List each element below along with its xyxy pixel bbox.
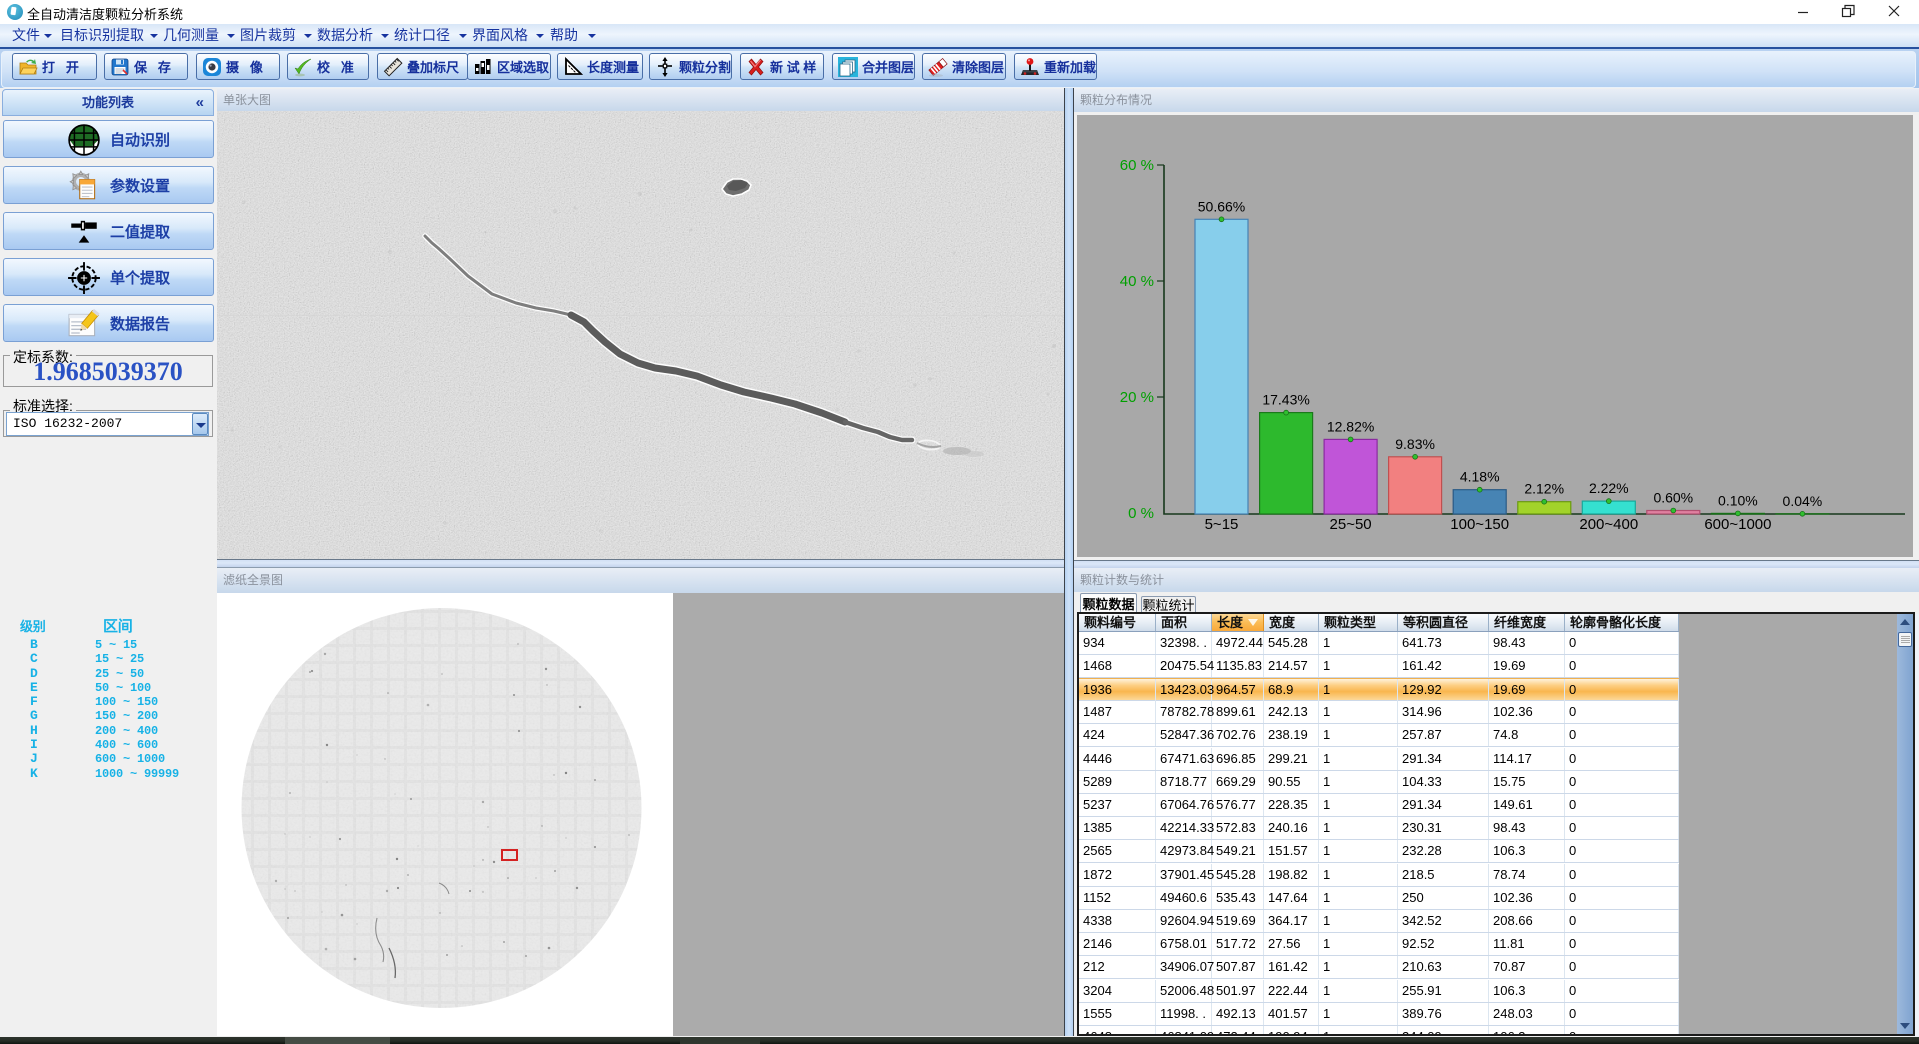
svg-text:9.83%: 9.83% bbox=[1395, 436, 1435, 452]
svg-text:2.22%: 2.22% bbox=[1589, 480, 1629, 496]
svg-text:25~50: 25~50 bbox=[1330, 516, 1372, 533]
svg-text:12.82%: 12.82% bbox=[1327, 418, 1374, 434]
svg-text:60 %: 60 % bbox=[1120, 157, 1154, 174]
svg-text:4.18%: 4.18% bbox=[1460, 469, 1500, 485]
svg-text:50.66%: 50.66% bbox=[1198, 198, 1245, 214]
svg-text:0.04%: 0.04% bbox=[1783, 493, 1823, 509]
svg-text:2.12%: 2.12% bbox=[1524, 481, 1564, 497]
svg-text:600~1000: 600~1000 bbox=[1704, 516, 1771, 533]
svg-text:200~400: 200~400 bbox=[1579, 516, 1638, 533]
svg-text:0.60%: 0.60% bbox=[1653, 490, 1693, 506]
svg-text:100~150: 100~150 bbox=[1450, 516, 1509, 533]
svg-text:17.43%: 17.43% bbox=[1262, 392, 1309, 408]
svg-text:20 %: 20 % bbox=[1120, 389, 1154, 406]
svg-text:0.10%: 0.10% bbox=[1718, 492, 1758, 508]
svg-text:40 %: 40 % bbox=[1120, 273, 1154, 290]
svg-text:0 %: 0 % bbox=[1128, 505, 1154, 522]
svg-text:5~15: 5~15 bbox=[1205, 516, 1239, 533]
